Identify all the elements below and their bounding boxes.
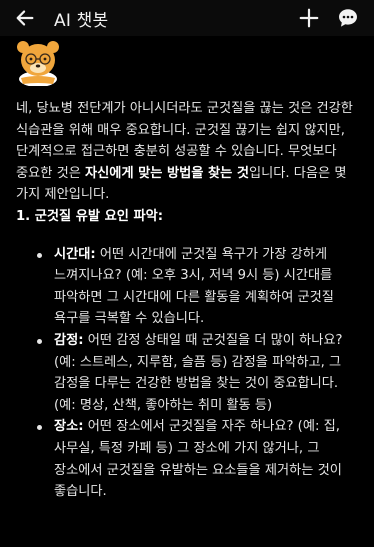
list-item: 감정: 어떤 감정 상태일 때 군것질을 더 많이 하나요? (예: 스트레스,…: [16, 330, 358, 416]
assistant-message: 네, 당뇨병 전단계가 아니시더라도 군것질을 끊는 것은 건강한 식습관을 위…: [16, 98, 358, 503]
app-header: AI 챗봇: [0, 0, 374, 36]
list-item: 시간대: 어떤 시간대에 군것질 욕구가 가장 강하게 느껴지나요? (예: 오…: [16, 244, 358, 330]
section-heading: 1. 군것질 유발 요인 파악:: [16, 208, 164, 224]
page-title: AI 챗봇: [54, 11, 109, 31]
back-arrow-icon[interactable]: [14, 7, 36, 29]
list-item: 장소: 어떤 장소에서 군것질을 자주 하나요? (예: 집, 사무실, 특정 …: [16, 416, 358, 502]
bullet-dot: [37, 252, 42, 258]
bot-avatar: [17, 41, 59, 86]
cause-list: 시간대: 어떤 시간대에 군것질 욕구가 가장 강하게 느껴지나요? (예: 오…: [16, 244, 358, 503]
bullet-dot: [37, 338, 42, 344]
bullet-dot: [37, 425, 42, 431]
plus-icon[interactable]: [298, 7, 320, 29]
intro-paragraph: 네, 당뇨병 전단계가 아니시더라도 군것질을 끊는 것은 건강한 식습관을 위…: [16, 101, 353, 203]
emphasis-text: 자신에게 맞는 방법을 찾는 것: [85, 165, 250, 181]
chat-bubble-icon[interactable]: [336, 6, 360, 30]
